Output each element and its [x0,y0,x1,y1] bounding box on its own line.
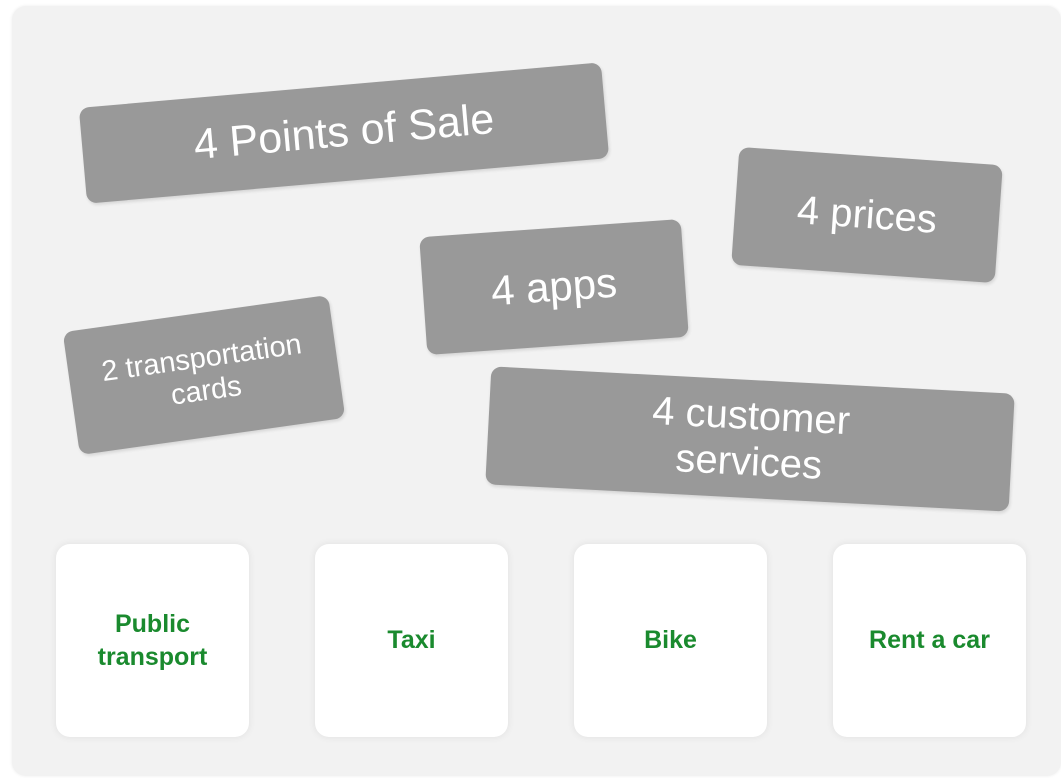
mode-bike-label: Bike [644,626,697,655]
mode-rent-a-car-label: Rent a car [869,626,990,655]
mode-card-taxi: Taxi [315,544,508,737]
tag-prices-label: 4 prices [795,188,939,242]
mode-card-public-transport: Public transport [56,544,249,737]
mode-public-transport-line1: Public [114,610,190,638]
tag-apps-label: 4 apps [489,258,619,315]
mode-taxi-label: Taxi [387,626,436,655]
mode-public-transport-line2: transport [97,642,208,671]
tag-apps: 4 apps [419,219,689,355]
tag-points-of-sale-label: 4 Points of Sale [191,95,497,170]
tag-customer-services-line2: services [674,436,824,488]
mode-card-rent-a-car: Rent a car [833,544,1026,737]
mode-card-bike: Bike [574,544,767,737]
tag-prices: 4 prices [731,146,1003,284]
